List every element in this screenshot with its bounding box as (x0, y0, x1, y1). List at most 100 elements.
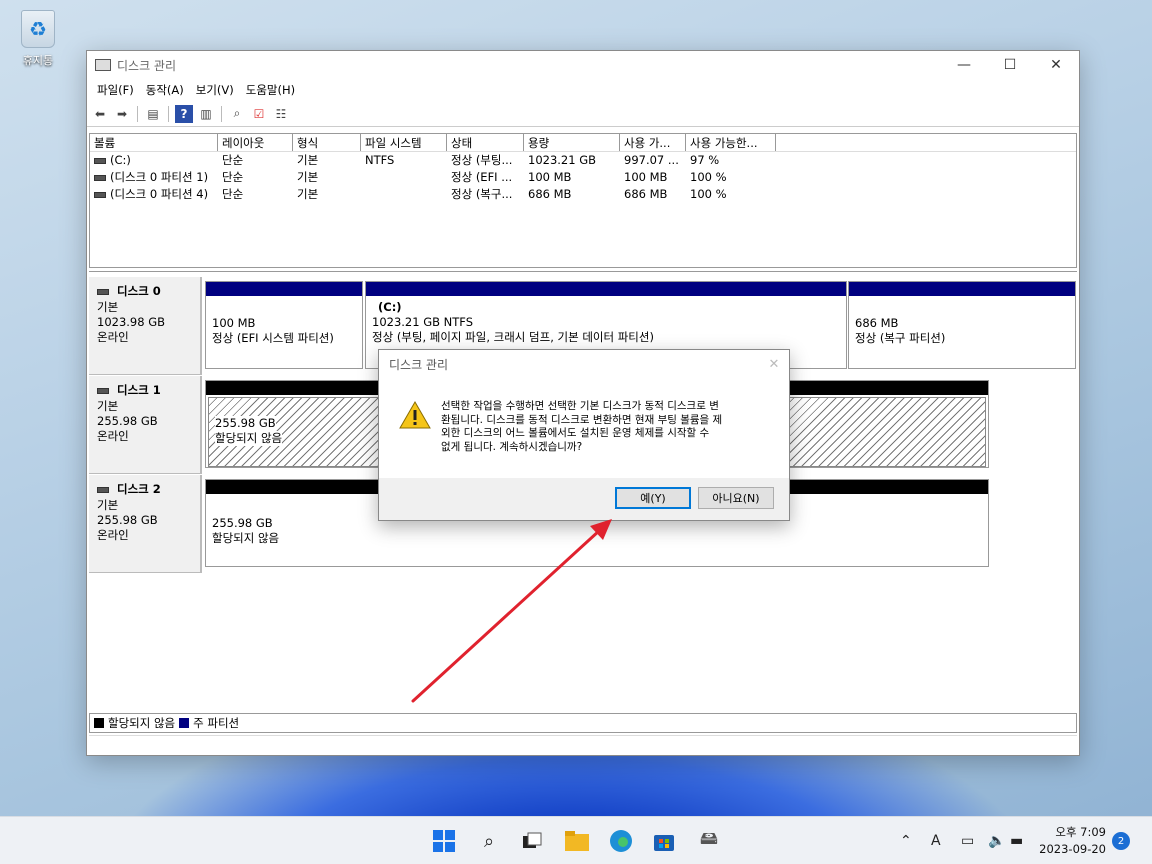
disk-name: 디스크 0 (117, 284, 161, 298)
edge-icon[interactable] (609, 829, 633, 853)
warning-icon (399, 400, 431, 430)
dialog-title: 디스크 관리 (389, 357, 449, 372)
column-filesystem[interactable]: 파일 시스템 (361, 134, 447, 151)
disk-management-app-icon (95, 59, 111, 71)
column-percent-free[interactable]: 사용 가능한... (686, 134, 776, 151)
partition-efi[interactable]: 100 MB 정상 (EFI 시스템 파티션) (205, 281, 363, 369)
volume-free-space: 100 MB (624, 170, 668, 184)
dialog-message-line: 없게 됩니다. 계속하시겠습니까? (441, 440, 583, 453)
file-explorer-icon[interactable] (565, 829, 589, 853)
menu-view[interactable]: 보기(V) (190, 82, 240, 98)
volume-layout: 단순 (222, 153, 244, 167)
no-button[interactable]: 아니요(N) (698, 487, 774, 509)
disk-info[interactable]: 디스크 1 기본 255.98 GB 온라인 (89, 376, 202, 474)
volume-type: 기본 (297, 187, 319, 201)
column-layout[interactable]: 레이아웃 (218, 134, 293, 151)
forward-icon[interactable]: ➡ (113, 105, 131, 123)
connect-disk-icon[interactable]: ⌕ (228, 105, 246, 123)
windows-start-icon[interactable] (432, 829, 456, 853)
column-free-space[interactable]: 사용 가... (620, 134, 686, 151)
maximize-button[interactable]: ☐ (987, 57, 1033, 73)
toolbar-separator (137, 105, 138, 122)
ime-indicator[interactable]: A (931, 833, 941, 849)
clock[interactable]: 오후 7:09 2023-09-20 (1039, 824, 1106, 858)
clock-date: 2023-09-20 (1039, 842, 1106, 856)
volume-percent-free: 97 % (690, 153, 720, 167)
partition-status: 정상 (EFI 시스템 파티션) (212, 331, 334, 345)
volume-status: 정상 (부팅... (451, 153, 513, 167)
help-icon[interactable]: ? (175, 104, 193, 123)
partition-status: 정상 (복구 파티션) (855, 331, 946, 345)
volume-status: 정상 (복구... (451, 187, 513, 201)
column-type[interactable]: 형식 (293, 134, 361, 151)
task-view-icon[interactable] (520, 829, 544, 853)
menu-bar: 파일(F) 동작(A) 보기(V) 도움말(H) (87, 79, 1079, 101)
disk-status: 온라인 (97, 429, 129, 443)
dialog-close-icon[interactable]: ✕ (759, 357, 789, 372)
recycle-bin-shortcut[interactable]: ♻ 휴지통 (14, 10, 62, 68)
disk-name: 디스크 1 (117, 383, 161, 397)
disk-info[interactable]: 디스크 0 기본 1023.98 GB 온라인 (89, 277, 202, 375)
drive-icon (94, 191, 106, 198)
checklist-icon[interactable]: ☑ (250, 105, 268, 123)
volume-row[interactable]: (C:) 단순 기본 NTFS 정상 (부팅... 1023.21 GB 997… (90, 152, 1076, 169)
volume-capacity: 100 MB (528, 170, 572, 184)
disk-type: 기본 (97, 300, 119, 314)
column-capacity[interactable]: 용량 (524, 134, 620, 151)
volume-type: 기본 (297, 153, 319, 167)
properties-icon[interactable]: ☷ (272, 105, 290, 123)
title-bar: 디스크 관리 — ☐ ✕ (87, 51, 1079, 79)
taskbar: ⌕ 🖴 ⌃ A ▭ 🔈 ▬ 오후 7:09 2023-09-20 2 (0, 816, 1152, 864)
partition-size: 255.98 GB (215, 416, 276, 431)
menu-help[interactable]: 도움말(H) (240, 82, 301, 98)
toolbar: ⬅ ➡ ▤ ? ▥ ⌕ ☑ ☷ (87, 101, 1079, 127)
console-tree-icon[interactable]: ▤ (144, 105, 162, 123)
disk-management-icon[interactable]: 🖴 (697, 828, 721, 853)
disk-status: 온라인 (97, 330, 129, 344)
legend-unallocated-label: 할당되지 않음 (108, 716, 176, 730)
yes-button[interactable]: 예(Y) (615, 487, 691, 509)
volume-list: 볼륨 레이아웃 형식 파일 시스템 상태 용량 사용 가... 사용 가능한..… (89, 133, 1077, 268)
battery-icon[interactable]: ▬ (1010, 833, 1023, 849)
volume-row[interactable]: (디스크 0 파티션 4) 단순 기본 정상 (복구... 686 MB 686… (90, 186, 1076, 203)
back-icon[interactable]: ⬅ (91, 105, 109, 123)
partition-recovery[interactable]: 686 MB 정상 (복구 파티션) (848, 281, 1076, 369)
action-pane-icon[interactable]: ▥ (197, 105, 215, 123)
volume-status: 정상 (EFI ... (451, 170, 513, 184)
close-button[interactable]: ✕ (1033, 57, 1079, 73)
search-icon[interactable]: ⌕ (477, 829, 501, 853)
recycle-bin-icon: ♻ (21, 10, 55, 48)
disk-size: 255.98 GB (97, 513, 158, 527)
legend-primary-swatch (179, 718, 190, 728)
dialog-footer: 예(Y) 아니요(N) (379, 478, 789, 520)
disk-size: 255.98 GB (97, 414, 158, 428)
volume-layout: 단순 (222, 187, 244, 201)
minimize-button[interactable]: — (941, 57, 987, 73)
column-status[interactable]: 상태 (447, 134, 524, 151)
volume-muted-icon[interactable]: 🔈 (988, 833, 1005, 849)
disk-info[interactable]: 디스크 2 기본 255.98 GB 온라인 (89, 475, 202, 573)
column-volume[interactable]: 볼륨 (90, 134, 218, 151)
dialog-message-line: 외한 디스크의 어느 볼륨에서도 설치된 운영 체제를 시작할 수 (441, 427, 710, 439)
volume-percent-free: 100 % (690, 187, 727, 201)
volume-name: (디스크 0 파티션 1) (110, 170, 209, 184)
recycle-bin-label: 휴지통 (22, 54, 54, 67)
dialog-message-line: 환됩니다. 디스크를 동적 디스크로 변환하면 현재 부팅 볼륨을 제 (441, 413, 723, 426)
volume-percent-free: 100 % (690, 170, 727, 184)
menu-action[interactable]: 동작(A) (140, 82, 190, 98)
network-icon[interactable]: ▭ (961, 833, 974, 849)
toolbar-separator (168, 105, 169, 122)
volume-row[interactable]: (디스크 0 파티션 1) 단순 기본 정상 (EFI ... 100 MB 1… (90, 169, 1076, 186)
volume-list-header: 볼륨 레이아웃 형식 파일 시스템 상태 용량 사용 가... 사용 가능한..… (90, 134, 1076, 152)
menu-file[interactable]: 파일(F) (91, 82, 140, 98)
drive-icon (94, 174, 106, 181)
chevron-up-icon[interactable]: ⌃ (900, 833, 912, 849)
volume-free-space: 686 MB (624, 187, 668, 201)
partition-status: 할당되지 않음 (212, 531, 280, 545)
store-icon[interactable] (652, 829, 676, 853)
partition-size: 100 MB (212, 316, 256, 330)
dialog-title-bar: 디스크 관리 ✕ (379, 350, 789, 378)
volume-name: (C:) (110, 153, 131, 167)
dialog-message-line: 선택한 작업을 수행하면 선택한 기본 디스크가 동적 디스크로 변 (441, 400, 719, 412)
notification-badge[interactable]: 2 (1112, 832, 1130, 850)
